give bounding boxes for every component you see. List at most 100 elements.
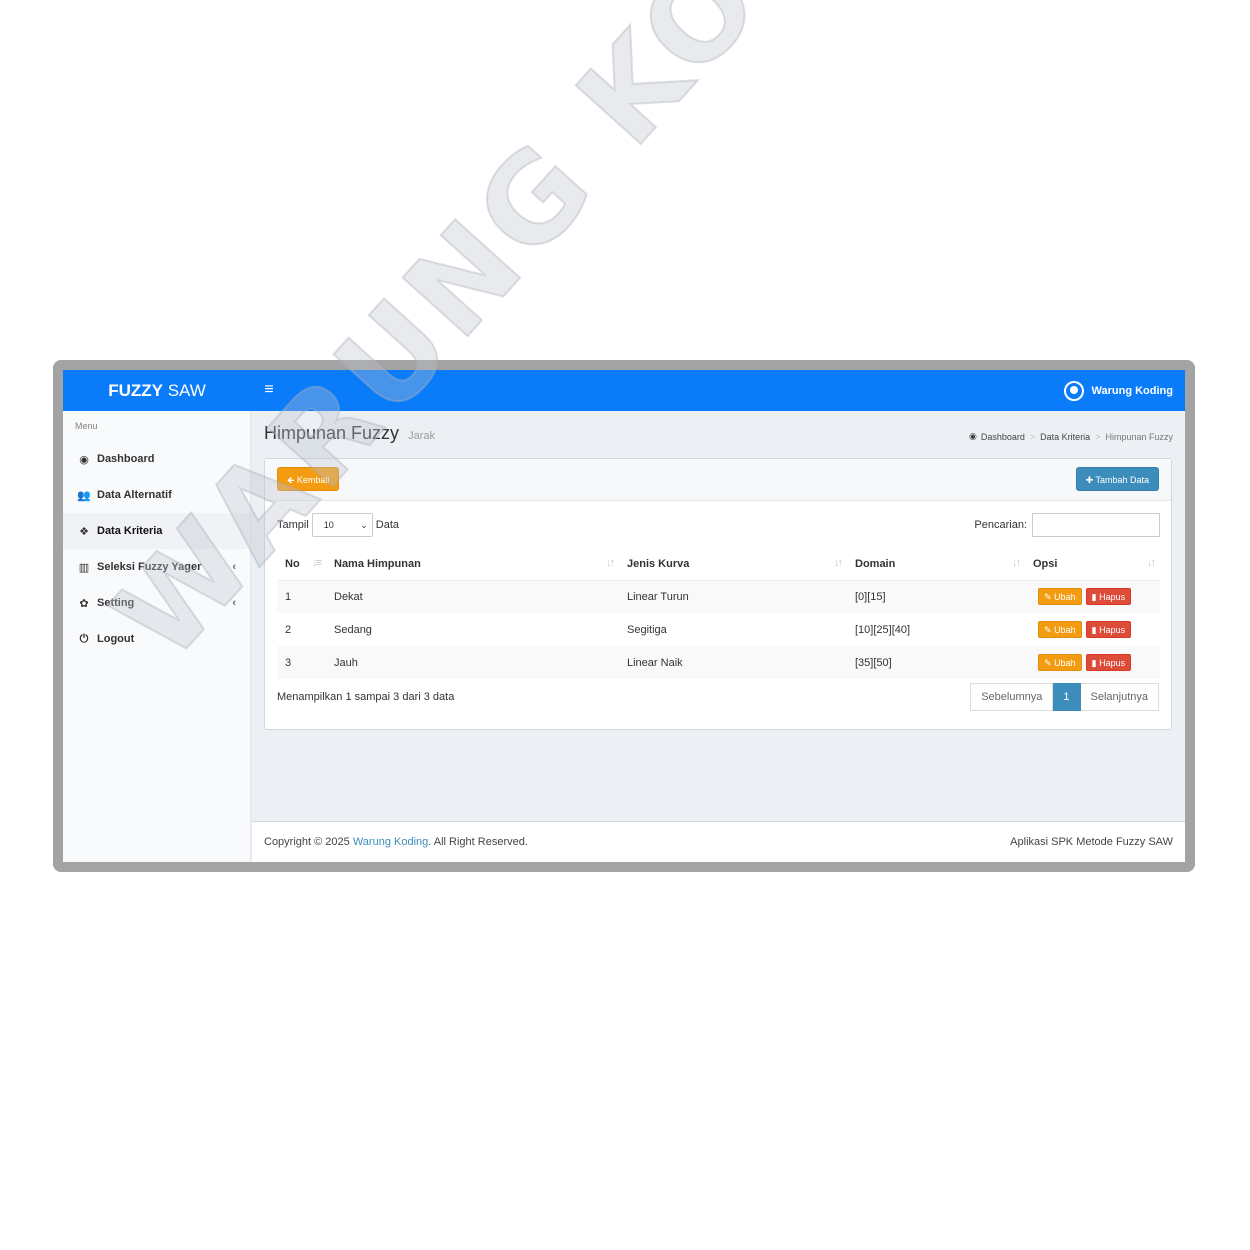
table-controls: Tampil 10 ⌄ Data Pencarian: xyxy=(277,512,1160,538)
arrow-left-icon: 🡸 xyxy=(287,475,295,485)
pagination-prev[interactable]: Sebelumnya xyxy=(970,683,1054,711)
user-menu[interactable]: Warung Koding xyxy=(1063,380,1173,402)
back-button[interactable]: 🡸 Kembali xyxy=(277,467,340,491)
table-row: 2 Sedang Segitiga [10][25][40] ✎ Ubah ▮ … xyxy=(277,613,1160,646)
logo-bold: FUZZY xyxy=(108,381,163,400)
table-info: Menampilkan 1 sampai 3 dari 3 data xyxy=(277,691,455,703)
cell-kurva: Linear Naik xyxy=(619,646,847,679)
data-label: Data xyxy=(375,519,400,531)
sidebar-item-setting[interactable]: ✿ Setting ‹ xyxy=(63,585,250,621)
app-logo[interactable]: FUZZY SAW xyxy=(63,370,251,411)
box-header: 🡸 Kembali ✚ Tambah Data xyxy=(265,459,1171,501)
footer-link[interactable]: Warung Koding xyxy=(353,836,428,848)
add-data-button-label: Tambah Data xyxy=(1095,475,1149,485)
dashboard-icon: ◉ xyxy=(79,453,89,466)
sort-icon: ↓↑ xyxy=(606,557,615,569)
show-label: Tampil xyxy=(277,519,309,531)
page-length-select[interactable]: 10 ⌄ xyxy=(311,513,373,537)
edit-button[interactable]: ✎ Ubah xyxy=(1038,621,1082,638)
sidebar-item-label: Data Alternatif xyxy=(97,489,172,501)
breadcrumb-data-kriteria[interactable]: Data Kriteria xyxy=(1040,432,1090,442)
table-row: 3 Jauh Linear Naik [35][50] ✎ Ubah ▮ Hap… xyxy=(277,646,1160,679)
breadcrumb-separator: > xyxy=(1029,431,1036,442)
pagination-page-1[interactable]: 1 xyxy=(1053,683,1081,711)
sidebar-item-label: Data Kriteria xyxy=(97,525,163,537)
search-label: Pencarian: xyxy=(974,519,1027,531)
search-control: Pencarian: xyxy=(974,512,1160,538)
main-content: Himpunan Fuzzy Jarak ◉ Dashboard > Data … xyxy=(252,411,1185,821)
top-navbar: FUZZY SAW ≡ Warung Koding xyxy=(63,370,1185,411)
edit-icon: ✎ xyxy=(1044,625,1052,635)
cell-no: 2 xyxy=(285,623,292,636)
add-data-button[interactable]: ✚ Tambah Data xyxy=(1075,467,1159,491)
app-window: FUZZY SAW ≡ Warung Koding Menu ◉ Dashboa… xyxy=(63,370,1185,862)
page-title: Himpunan Fuzzy Jarak xyxy=(264,423,435,444)
sort-asc-icon: ↓≡ xyxy=(312,557,322,569)
footer-app-name: Aplikasi SPK Metode Fuzzy SAW xyxy=(1010,836,1173,848)
page-length-control: Tampil 10 ⌄ Data xyxy=(277,512,399,538)
trash-icon: ▮ xyxy=(1091,658,1097,668)
power-icon: ⏻ xyxy=(79,632,89,645)
sidebar-item-dashboard[interactable]: ◉ Dashboard xyxy=(63,441,250,477)
delete-button[interactable]: ▮ Hapus xyxy=(1085,621,1132,638)
column-header-domain[interactable]: Domain ↓↑ xyxy=(847,548,1025,581)
cell-nama: Sedang xyxy=(334,623,372,636)
edit-button[interactable]: ✎ Ubah xyxy=(1038,588,1082,606)
sidebar: Menu ◉ Dashboard 👥 Data Alternatif ❖ Dat… xyxy=(63,411,251,862)
cell-nama: Jauh xyxy=(326,646,619,679)
pagination: Sebelumnya 1 Selanjutnya xyxy=(970,683,1159,711)
trash-icon: ▮ xyxy=(1091,592,1097,603)
sidebar-item-label: Dashboard xyxy=(97,453,155,465)
breadcrumb: ◉ Dashboard > Data Kriteria > Himpunan F… xyxy=(969,431,1173,442)
sidebar-item-label: Setting xyxy=(97,597,135,609)
cell-no: 3 xyxy=(277,646,326,679)
sidebar-item-data-alternatif[interactable]: 👥 Data Alternatif xyxy=(63,477,250,513)
page-title-text: Himpunan Fuzzy xyxy=(264,423,400,443)
sidebar-toggle-icon[interactable]: ≡ xyxy=(261,380,277,400)
sort-icon: ↓↑ xyxy=(1147,557,1156,569)
footer: Copyright © 2025 Warung Koding. All Righ… xyxy=(252,821,1185,862)
trash-icon: ▮ xyxy=(1091,625,1097,635)
delete-button[interactable]: ▮ Hapus xyxy=(1085,588,1132,606)
cell-kurva: Segitiga xyxy=(627,623,667,636)
footer-copyright: Copyright © 2025 Warung Koding. All Righ… xyxy=(264,836,528,848)
sidebar-item-label: Seleksi Fuzzy Yager xyxy=(97,561,202,573)
cell-domain: [35][50] xyxy=(847,646,1025,679)
logo-rest: SAW xyxy=(162,381,206,400)
cell-no: 1 xyxy=(277,580,326,613)
table-row: 1 Dekat Linear Turun [0][15] ✎ Ubah ▮ Ha… xyxy=(277,580,1160,613)
content-box: 🡸 Kembali ✚ Tambah Data Tampil 10 ⌄ Data… xyxy=(264,458,1172,730)
sidebar-item-seleksi-fuzzy-yager[interactable]: ▥ Seleksi Fuzzy Yager ‹ xyxy=(63,549,250,585)
sidebar-item-logout[interactable]: ⏻ Logout xyxy=(63,621,250,657)
sidebar-menu-header: Menu xyxy=(75,421,98,431)
chevron-left-icon: ‹ xyxy=(232,597,236,609)
cubes-icon: ❖ xyxy=(79,525,89,538)
delete-button[interactable]: ▮ Hapus xyxy=(1085,654,1132,671)
cell-opsi: ✎ Ubah ▮ Hapus xyxy=(1025,646,1160,679)
plus-icon: ✚ xyxy=(1085,475,1094,485)
column-header-no[interactable]: No ↓≡ xyxy=(277,548,326,581)
column-header-opsi[interactable]: Opsi ↓↑ xyxy=(1025,548,1160,581)
breadcrumb-current: Himpunan Fuzzy xyxy=(1105,431,1173,442)
user-avatar-icon xyxy=(1063,381,1084,401)
edit-button[interactable]: ✎ Ubah xyxy=(1038,654,1082,671)
cell-opsi: ✎ Ubah ▮ Hapus xyxy=(1025,613,1160,646)
cell-nama: Dekat xyxy=(326,580,619,613)
column-header-nama-himpunan[interactable]: Nama Himpunan ↓↑ xyxy=(326,548,619,581)
chevron-down-icon: ⌄ xyxy=(360,520,368,530)
user-name: Warung Koding xyxy=(1091,385,1173,397)
search-input[interactable] xyxy=(1032,513,1160,537)
column-header-jenis-kurva[interactable]: Jenis Kurva ↓↑ xyxy=(619,548,847,581)
back-button-label: Kembali xyxy=(296,475,330,485)
sort-icon: ↓↑ xyxy=(834,557,843,569)
pagination-next[interactable]: Selanjutnya xyxy=(1080,683,1159,711)
edit-icon: ✎ xyxy=(1044,658,1052,668)
breadcrumb-dashboard[interactable]: Dashboard xyxy=(981,432,1025,442)
table-header-row: No ↓≡ Nama Himpunan ↓↑ Jenis Kurva ↓↑ Domai… xyxy=(277,548,1160,581)
edit-icon: ✎ xyxy=(1044,592,1052,603)
breadcrumb-separator: > xyxy=(1095,431,1101,442)
sidebar-item-data-kriteria[interactable]: ❖ Data Kriteria xyxy=(63,513,250,549)
page-subtitle: Jarak xyxy=(408,430,435,442)
gear-icon: ✿ xyxy=(79,597,89,610)
cell-domain: [0][15] xyxy=(847,580,1025,613)
